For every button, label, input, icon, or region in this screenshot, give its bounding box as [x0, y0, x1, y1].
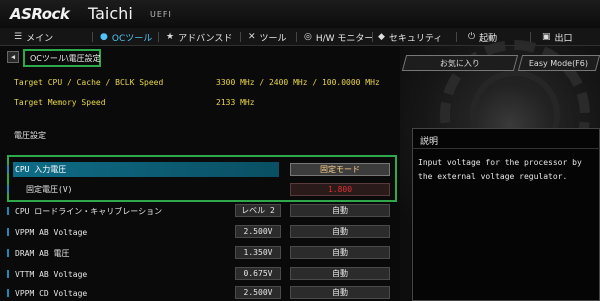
- dram-ab-current-value: 1.350V: [235, 246, 281, 259]
- easy-mode-label: Easy Mode(F6): [529, 58, 589, 68]
- asrock-logo: ASRock: [10, 5, 70, 23]
- power-icon: ⏻: [468, 32, 476, 42]
- tab-hw-monitor-label: H/W モニター: [315, 33, 374, 44]
- setting-cpu-load-line-calibration[interactable]: CPU ロードライン・キャリブレーション: [15, 205, 162, 218]
- tab-main[interactable]: ☰ メイン: [14, 28, 53, 46]
- header-bar: ASRock Taichi UEFI: [0, 0, 600, 28]
- target-cpu-speed-label: Target CPU / Cache / BCLK Speed: [14, 78, 164, 87]
- load-line-calibration-select[interactable]: 自動: [290, 204, 390, 217]
- target-memory-speed-value: 2133 MHz: [216, 98, 255, 107]
- vppm-cd-current-value: 2.500V: [235, 286, 281, 299]
- tab-security[interactable]: ◆ セキュリティ: [378, 28, 442, 46]
- tab-exit-label: 出口: [554, 33, 573, 44]
- tab-advanced-label: アドバンスド: [178, 33, 233, 44]
- tab-tool-label: ツール: [259, 33, 287, 44]
- back-arrow-icon[interactable]: ◀: [7, 51, 19, 63]
- setting-fixed-voltage[interactable]: 固定電圧(V): [26, 183, 72, 196]
- monitor-icon: ◎: [304, 32, 312, 42]
- description-divider: [412, 148, 600, 149]
- wrench-icon: ✕: [248, 32, 256, 42]
- cpu-input-voltage-mode-select[interactable]: 固定モード: [290, 163, 390, 176]
- description-text: Input voltage for the processor by the e…: [418, 158, 582, 181]
- target-memory-speed-label: Target Memory Speed: [14, 98, 106, 107]
- favorites-label: お気に入り: [440, 58, 480, 68]
- row-marker: [7, 207, 9, 215]
- droplet-icon: ●: [100, 32, 108, 42]
- description-panel: [412, 128, 600, 301]
- load-line-level-value: レベル 2: [235, 204, 281, 217]
- setting-dram-ab-voltage[interactable]: DRAM AB 電圧: [15, 247, 70, 260]
- section-title: 電圧設定: [14, 131, 46, 140]
- menu-icon: ☰: [14, 32, 23, 42]
- dram-ab-voltage-select[interactable]: 自動: [290, 246, 390, 259]
- fixed-voltage-input[interactable]: 1.800: [290, 183, 390, 196]
- tab-main-label: メイン: [26, 33, 54, 44]
- shield-icon: ◆: [378, 32, 385, 42]
- product-name: Taichi: [88, 4, 133, 23]
- easy-mode-button[interactable]: Easy Mode(F6): [517, 55, 600, 71]
- vppm-ab-current-value: 2.500V: [235, 225, 281, 238]
- star-icon: ★: [166, 32, 175, 42]
- vttm-ab-current-value: 0.675V: [235, 267, 281, 280]
- favorites-button[interactable]: お気に入り: [401, 55, 519, 71]
- row-marker: [7, 289, 9, 297]
- tab-oc-tweaker[interactable]: ● OCツール: [100, 28, 152, 46]
- vttm-ab-voltage-select[interactable]: 自動: [290, 267, 390, 280]
- tab-boot-label: 起動: [479, 33, 498, 44]
- row-marker: [7, 185, 9, 193]
- setting-cpu-input-voltage[interactable]: CPU 入力電圧: [15, 163, 66, 176]
- uefi-label: UEFI: [150, 10, 172, 19]
- breadcrumb: OCツール\電圧設定: [23, 49, 101, 67]
- exit-icon: ▣: [542, 32, 551, 42]
- tab-tool[interactable]: ✕ ツール: [248, 28, 287, 46]
- vppm-ab-voltage-select[interactable]: 自動: [290, 225, 390, 238]
- tab-security-label: セキュリティ: [388, 33, 443, 44]
- tab-oc-tweaker-label: OCツール: [111, 33, 153, 44]
- row-marker: [7, 165, 9, 173]
- vppm-cd-voltage-select[interactable]: 自動: [290, 286, 390, 299]
- tab-hw-monitor[interactable]: ◎ H/W モニター: [304, 28, 373, 46]
- description-title: 説明: [420, 137, 439, 147]
- setting-vppm-ab-voltage[interactable]: VPPM AB Voltage: [15, 226, 87, 239]
- row-marker: [7, 249, 9, 257]
- setting-vppm-cd-voltage[interactable]: VPPM CD Voltage: [15, 287, 87, 300]
- tab-advanced[interactable]: ★ アドバンスド: [166, 28, 232, 46]
- tab-exit[interactable]: ▣ 出口: [542, 28, 573, 46]
- setting-vttm-ab-voltage[interactable]: VTTM AB Voltage: [15, 268, 87, 281]
- row-marker: [7, 228, 9, 236]
- row-marker: [7, 270, 9, 278]
- target-cpu-speed-value: 3300 MHz / 2400 MHz / 100.0000 MHz: [216, 78, 380, 87]
